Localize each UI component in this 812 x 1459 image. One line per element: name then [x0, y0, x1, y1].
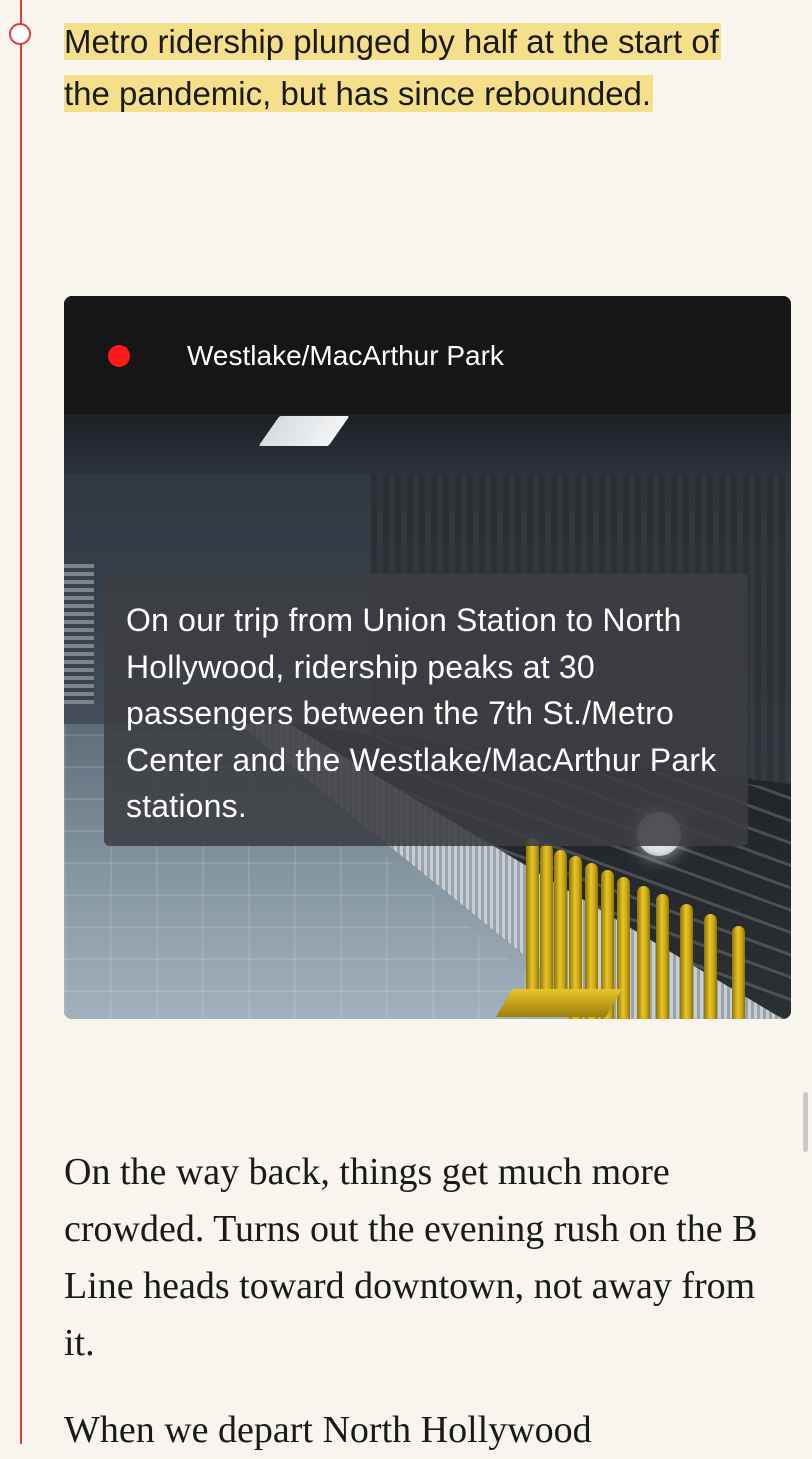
bollard: [526, 838, 539, 1008]
caption-box: On our trip from Union Station to North …: [104, 573, 748, 846]
article-paragraph: When we depart North Hollywood: [64, 1409, 592, 1451]
bollard: [704, 914, 717, 1019]
timeline-line: [20, 0, 22, 1444]
bollard: [732, 926, 745, 1019]
bollard: [617, 877, 630, 1019]
bollard: [656, 894, 669, 1019]
article-paragraph: On the way back, things get much more cr…: [64, 1151, 758, 1364]
bollard: [540, 844, 553, 1012]
highlighted-summary-text: Metro ridership plunged by half at the s…: [64, 23, 721, 112]
highlighted-summary: Metro ridership plunged by half at the s…: [64, 16, 724, 120]
caption-text: On our trip from Union Station to North …: [126, 602, 717, 824]
live-indicator-dot: [108, 345, 130, 367]
station-name: Westlake/MacArthur Park: [187, 340, 504, 371]
bollard: [637, 886, 650, 1019]
scrollbar-thumb[interactable]: [803, 1092, 808, 1152]
station-platform-video[interactable]: On our trip from Union Station to North …: [64, 414, 791, 1019]
station-video-card[interactable]: Westlake/MacArthur Park On our trip from…: [64, 296, 791, 1019]
escalator: [64, 564, 94, 704]
card-header: Westlake/MacArthur Park: [64, 296, 791, 414]
bollard-base: [495, 989, 623, 1017]
timeline-node: [9, 23, 31, 45]
ceiling: [64, 414, 791, 474]
bollard: [680, 904, 693, 1019]
